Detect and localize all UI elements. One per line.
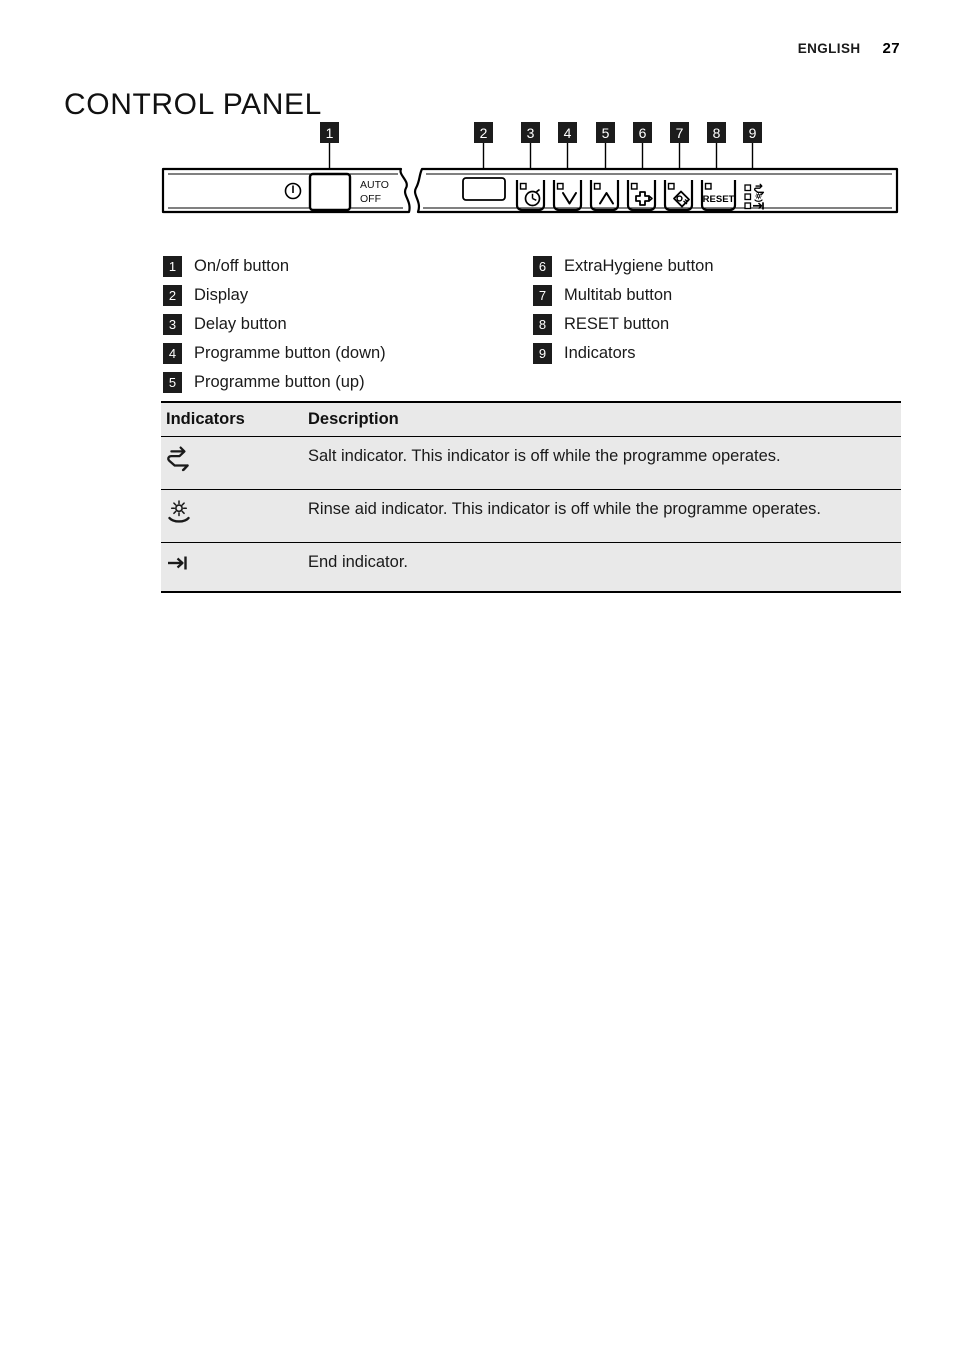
column-header-indicators: Indicators <box>161 401 304 437</box>
extrahygiene-led <box>630 182 638 190</box>
callout-badge-5-label: 5 <box>602 125 610 141</box>
legend-label-1: On/off button <box>194 257 290 275</box>
auto-label: AUTO <box>360 179 389 191</box>
table-row: Salt indicator. This indicator is off wh… <box>161 436 901 490</box>
legend-label-2: Display <box>194 286 249 304</box>
page-title: CONTROL PANEL <box>64 88 322 122</box>
callout-badge-1-label: 1 <box>326 125 334 141</box>
end-indicator-cell <box>161 542 304 593</box>
legend-column-left: 1 On/off button 2 Display 3 Delay button… <box>163 252 533 397</box>
legend-badge-5: 5 <box>163 372 182 393</box>
rinse-aid-indicator-description: Rinse aid indicator. This indicator is o… <box>304 489 901 543</box>
legend-label-5: Programme button (up) <box>194 373 365 391</box>
legend-label-8: RESET button <box>564 315 670 333</box>
indicators-table-head: Indicators Description <box>161 401 901 437</box>
reset-label: RESET <box>703 194 735 205</box>
salt-icon <box>166 446 192 479</box>
on-off-button[interactable] <box>308 172 352 212</box>
callout-badge-3-label: 3 <box>527 125 535 141</box>
legend-label-4: Programme button (down) <box>194 344 386 362</box>
column-header-description: Description <box>304 401 901 437</box>
legend-badge-1: 1 <box>163 256 182 277</box>
header-language: ENGLISH <box>797 41 861 56</box>
multitab-led <box>667 182 675 190</box>
legend-badge-8: 8 <box>533 314 552 335</box>
control-panel-diagram: 1 2 3 4 5 6 7 8 9 AUTO OFF RESET <box>160 122 900 240</box>
rinse-aid-icon <box>166 499 192 532</box>
legend-badge-2: 2 <box>163 285 182 306</box>
legend-item-7: 7 Multitab button <box>533 281 903 310</box>
callout-badge-4-label: 4 <box>564 125 572 141</box>
legend-badge-7: 7 <box>533 285 552 306</box>
legend-item-4: 4 Programme button (down) <box>163 339 533 368</box>
legend-badge-3: 3 <box>163 314 182 335</box>
rinse-aid-lamp <box>744 193 752 201</box>
salt-lamp <box>744 184 752 192</box>
reset-led <box>704 182 712 190</box>
programme-up-led <box>593 182 601 190</box>
end-lamp <box>744 202 752 210</box>
table-header-row: Indicators Description <box>161 401 901 437</box>
programme-down-led <box>556 182 564 190</box>
legend-label-9: Indicators <box>564 344 636 362</box>
legend-item-2: 2 Display <box>163 281 533 310</box>
legend-column-right: 6 ExtraHygiene button 7 Multitab button … <box>533 252 903 397</box>
legend-label-3: Delay button <box>194 315 287 333</box>
running-header: ENGLISH 27 <box>798 40 900 57</box>
callout-badge-6-label: 6 <box>639 125 647 141</box>
legend-badge-9: 9 <box>533 343 552 364</box>
callout-badge-9-label: 9 <box>749 125 757 141</box>
rinse-aid-indicator-cell <box>161 489 304 543</box>
callout-badge-2-label: 2 <box>480 125 488 141</box>
legend-label-6: ExtraHygiene button <box>564 257 714 275</box>
table-row: Rinse aid indicator. This indicator is o… <box>161 489 901 543</box>
legend-item-8: 8 RESET button <box>533 310 903 339</box>
salt-indicator-cell <box>161 436 304 490</box>
legend-label-7: Multitab button <box>564 286 673 304</box>
indicators-table: Indicators Description Salt indicator. T… <box>161 401 901 593</box>
indicators-table-body: Salt indicator. This indicator is off wh… <box>161 436 901 593</box>
end-arrow-icon <box>166 552 192 581</box>
legend-badge-4: 4 <box>163 343 182 364</box>
callout-badge-7-label: 7 <box>676 125 684 141</box>
legend-item-3: 3 Delay button <box>163 310 533 339</box>
callout-badge-8-label: 8 <box>713 125 721 141</box>
legend: 1 On/off button 2 Display 3 Delay button… <box>163 252 903 397</box>
page-number: 27 <box>882 40 900 57</box>
end-indicator-description: End indicator. <box>304 542 901 593</box>
salt-indicator-description: Salt indicator. This indicator is off wh… <box>304 436 901 490</box>
legend-badge-6: 6 <box>533 256 552 277</box>
table-row: End indicator. <box>161 542 901 593</box>
display-readout <box>462 177 506 201</box>
off-label: OFF <box>360 193 381 205</box>
legend-item-1: 1 On/off button <box>163 252 533 281</box>
delay-button-led <box>519 182 527 190</box>
legend-item-9: 9 Indicators <box>533 339 903 368</box>
legend-item-5: 5 Programme button (up) <box>163 368 533 397</box>
legend-item-6: 6 ExtraHygiene button <box>533 252 903 281</box>
